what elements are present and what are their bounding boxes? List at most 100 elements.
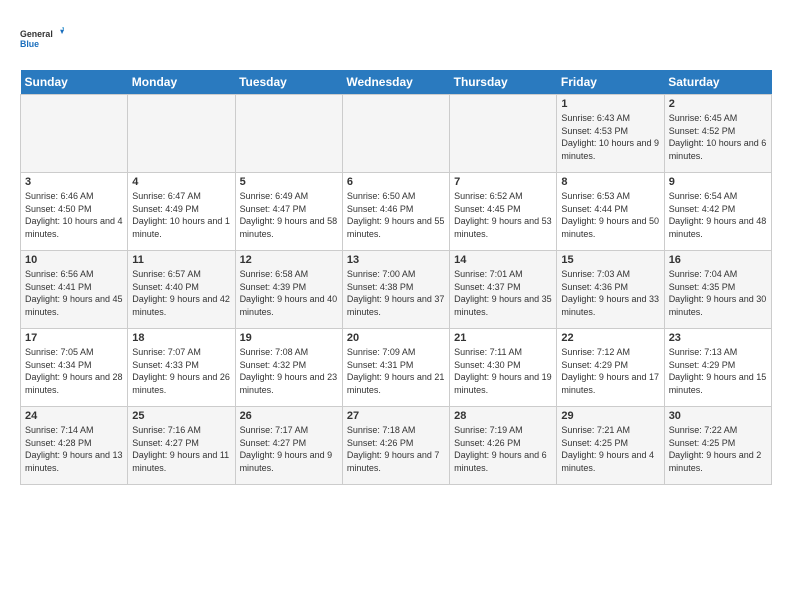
day-number: 21 bbox=[454, 332, 552, 344]
calendar-cell: 22 Sunrise: 7:12 AM Sunset: 4:29 PM Dayli… bbox=[557, 329, 664, 407]
day-info: Sunrise: 7:13 AM Sunset: 4:29 PM Dayligh… bbox=[669, 346, 767, 396]
day-info: Sunrise: 7:01 AM Sunset: 4:37 PM Dayligh… bbox=[454, 268, 552, 318]
svg-text:General: General bbox=[20, 29, 53, 39]
calendar-table: SundayMondayTuesdayWednesdayThursdayFrid… bbox=[20, 70, 772, 485]
day-info: Sunrise: 7:12 AM Sunset: 4:29 PM Dayligh… bbox=[561, 346, 659, 396]
calendar-cell: 29 Sunrise: 7:21 AM Sunset: 4:25 PM Dayli… bbox=[557, 407, 664, 485]
week-row-4: 17Sunrise: 7:05 AM Sunset: 4:34 PM Dayli… bbox=[21, 329, 772, 407]
calendar-cell: 4 Sunrise: 6:47 AM Sunset: 4:49 PM Daylig… bbox=[128, 173, 235, 251]
calendar-cell: 30 Sunrise: 7:22 AM Sunset: 4:25 PM Dayli… bbox=[664, 407, 771, 485]
day-info: Sunrise: 7:21 AM Sunset: 4:25 PM Dayligh… bbox=[561, 424, 659, 474]
day-info: Sunrise: 6:57 AM Sunset: 4:40 PM Dayligh… bbox=[132, 268, 230, 318]
calendar-cell: 6 Sunrise: 6:50 AM Sunset: 4:46 PM Daylig… bbox=[342, 173, 449, 251]
day-info: Sunrise: 6:46 AM Sunset: 4:50 PM Dayligh… bbox=[25, 190, 123, 240]
page: General Blue SundayMondayTuesdayWednesda… bbox=[0, 0, 792, 612]
day-info: Sunrise: 6:45 AM Sunset: 4:52 PM Dayligh… bbox=[669, 112, 767, 162]
calendar-cell: 7 Sunrise: 6:52 AM Sunset: 4:45 PM Daylig… bbox=[450, 173, 557, 251]
day-number: 7 bbox=[454, 176, 552, 188]
calendar-cell: 19 Sunrise: 7:08 AM Sunset: 4:32 PM Dayli… bbox=[235, 329, 342, 407]
calendar-cell: 13 Sunrise: 7:00 AM Sunset: 4:38 PM Dayli… bbox=[342, 251, 449, 329]
day-info: Sunrise: 7:14 AM Sunset: 4:28 PM Dayligh… bbox=[25, 424, 123, 474]
day-number: 23 bbox=[669, 332, 767, 344]
day-info: Sunrise: 7:08 AM Sunset: 4:32 PM Dayligh… bbox=[240, 346, 338, 396]
day-number: 3 bbox=[25, 176, 123, 188]
calendar-cell: 3 Sunrise: 6:46 AM Sunset: 4:50 PM Daylig… bbox=[21, 173, 128, 251]
day-header-monday: Monday bbox=[128, 70, 235, 95]
calendar-cell: 27Sunrise: 7:18 AM Sunset: 4:26 PM Dayli… bbox=[342, 407, 449, 485]
calendar-cell bbox=[128, 95, 235, 173]
calendar-cell: 25 Sunrise: 7:16 AM Sunset: 4:27 PM Dayli… bbox=[128, 407, 235, 485]
week-row-3: 10 Sunrise: 6:56 AM Sunset: 4:41 PM Dayli… bbox=[21, 251, 772, 329]
day-number: 19 bbox=[240, 332, 338, 344]
day-number: 16 bbox=[669, 254, 767, 266]
day-number: 12 bbox=[240, 254, 338, 266]
day-number: 28 bbox=[454, 410, 552, 422]
day-number: 2 bbox=[669, 98, 767, 110]
calendar-cell: 10 Sunrise: 6:56 AM Sunset: 4:41 PM Dayli… bbox=[21, 251, 128, 329]
calendar-cell: 1Sunrise: 6:43 AM Sunset: 4:53 PM Daylig… bbox=[557, 95, 664, 173]
week-row-5: 24 Sunrise: 7:14 AM Sunset: 4:28 PM Dayli… bbox=[21, 407, 772, 485]
calendar-cell: 24 Sunrise: 7:14 AM Sunset: 4:28 PM Dayli… bbox=[21, 407, 128, 485]
day-number: 11 bbox=[132, 254, 230, 266]
day-info: Sunrise: 7:03 AM Sunset: 4:36 PM Dayligh… bbox=[561, 268, 659, 318]
day-header-saturday: Saturday bbox=[664, 70, 771, 95]
day-number: 5 bbox=[240, 176, 338, 188]
day-number: 4 bbox=[132, 176, 230, 188]
calendar-cell bbox=[21, 95, 128, 173]
calendar-cell: 18Sunrise: 7:07 AM Sunset: 4:33 PM Dayli… bbox=[128, 329, 235, 407]
logo: General Blue bbox=[20, 16, 64, 60]
day-info: Sunrise: 7:09 AM Sunset: 4:31 PM Dayligh… bbox=[347, 346, 445, 396]
calendar-cell: 28 Sunrise: 7:19 AM Sunset: 4:26 PM Dayli… bbox=[450, 407, 557, 485]
day-number: 25 bbox=[132, 410, 230, 422]
day-info: Sunrise: 7:04 AM Sunset: 4:35 PM Dayligh… bbox=[669, 268, 767, 318]
calendar-cell: 12Sunrise: 6:58 AM Sunset: 4:39 PM Dayli… bbox=[235, 251, 342, 329]
day-number: 22 bbox=[561, 332, 659, 344]
calendar-cell bbox=[235, 95, 342, 173]
week-row-2: 3 Sunrise: 6:46 AM Sunset: 4:50 PM Daylig… bbox=[21, 173, 772, 251]
day-number: 29 bbox=[561, 410, 659, 422]
calendar-cell: 20 Sunrise: 7:09 AM Sunset: 4:31 PM Dayli… bbox=[342, 329, 449, 407]
calendar-cell: 2 Sunrise: 6:45 AM Sunset: 4:52 PM Daylig… bbox=[664, 95, 771, 173]
day-number: 10 bbox=[25, 254, 123, 266]
day-number: 6 bbox=[347, 176, 445, 188]
calendar-cell: 11 Sunrise: 6:57 AM Sunset: 4:40 PM Dayli… bbox=[128, 251, 235, 329]
day-info: Sunrise: 7:22 AM Sunset: 4:25 PM Dayligh… bbox=[669, 424, 767, 474]
day-info: Sunrise: 7:00 AM Sunset: 4:38 PM Dayligh… bbox=[347, 268, 445, 318]
calendar-cell: 14Sunrise: 7:01 AM Sunset: 4:37 PM Dayli… bbox=[450, 251, 557, 329]
day-info: Sunrise: 6:56 AM Sunset: 4:41 PM Dayligh… bbox=[25, 268, 123, 318]
calendar-cell bbox=[450, 95, 557, 173]
day-info: Sunrise: 7:19 AM Sunset: 4:26 PM Dayligh… bbox=[454, 424, 552, 474]
day-number: 20 bbox=[347, 332, 445, 344]
day-number: 13 bbox=[347, 254, 445, 266]
day-info: Sunrise: 6:54 AM Sunset: 4:42 PM Dayligh… bbox=[669, 190, 767, 240]
logo-svg: General Blue bbox=[20, 16, 64, 60]
calendar-cell: 26Sunrise: 7:17 AM Sunset: 4:27 PM Dayli… bbox=[235, 407, 342, 485]
day-number: 15 bbox=[561, 254, 659, 266]
day-number: 1 bbox=[561, 98, 659, 110]
day-number: 18 bbox=[132, 332, 230, 344]
day-info: Sunrise: 7:16 AM Sunset: 4:27 PM Dayligh… bbox=[132, 424, 230, 474]
day-header-thursday: Thursday bbox=[450, 70, 557, 95]
day-info: Sunrise: 6:53 AM Sunset: 4:44 PM Dayligh… bbox=[561, 190, 659, 240]
day-info: Sunrise: 6:47 AM Sunset: 4:49 PM Dayligh… bbox=[132, 190, 230, 240]
day-number: 17 bbox=[25, 332, 123, 344]
week-row-1: 1Sunrise: 6:43 AM Sunset: 4:53 PM Daylig… bbox=[21, 95, 772, 173]
calendar-cell: 16 Sunrise: 7:04 AM Sunset: 4:35 PM Dayli… bbox=[664, 251, 771, 329]
svg-text:Blue: Blue bbox=[20, 39, 39, 49]
day-header-tuesday: Tuesday bbox=[235, 70, 342, 95]
day-info: Sunrise: 7:11 AM Sunset: 4:30 PM Dayligh… bbox=[454, 346, 552, 396]
day-header-friday: Friday bbox=[557, 70, 664, 95]
day-number: 30 bbox=[669, 410, 767, 422]
calendar-cell: 15 Sunrise: 7:03 AM Sunset: 4:36 PM Dayli… bbox=[557, 251, 664, 329]
calendar-cell: 8Sunrise: 6:53 AM Sunset: 4:44 PM Daylig… bbox=[557, 173, 664, 251]
day-header-wednesday: Wednesday bbox=[342, 70, 449, 95]
day-info: Sunrise: 6:50 AM Sunset: 4:46 PM Dayligh… bbox=[347, 190, 445, 240]
day-number: 24 bbox=[25, 410, 123, 422]
header-row: SundayMondayTuesdayWednesdayThursdayFrid… bbox=[21, 70, 772, 95]
day-info: Sunrise: 7:17 AM Sunset: 4:27 PM Dayligh… bbox=[240, 424, 338, 474]
day-info: Sunrise: 7:18 AM Sunset: 4:26 PM Dayligh… bbox=[347, 424, 445, 474]
day-number: 9 bbox=[669, 176, 767, 188]
header: General Blue bbox=[20, 16, 772, 60]
calendar-cell: 17Sunrise: 7:05 AM Sunset: 4:34 PM Dayli… bbox=[21, 329, 128, 407]
day-info: Sunrise: 6:52 AM Sunset: 4:45 PM Dayligh… bbox=[454, 190, 552, 240]
